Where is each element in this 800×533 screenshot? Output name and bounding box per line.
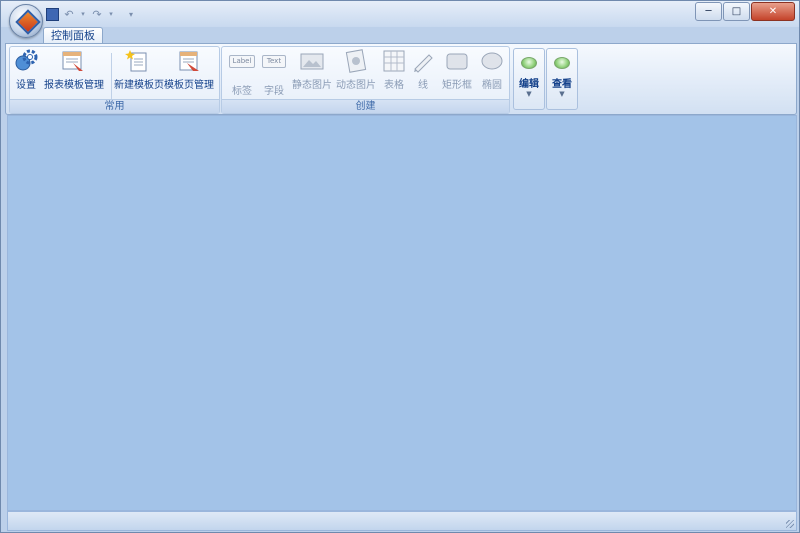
- static-image-icon: [300, 49, 324, 73]
- view-group-icon: [554, 57, 570, 69]
- chevron-down-icon: ▼: [559, 90, 565, 98]
- undo-dropdown[interactable]: ▾: [79, 7, 87, 21]
- report-template-manage-button[interactable]: 报表模板管理: [44, 49, 104, 91]
- report-template-manage-label: 报表模板管理: [44, 80, 104, 91]
- field-button[interactable]: Text 字段: [260, 49, 288, 97]
- dropdown-icon: ▾: [128, 9, 133, 19]
- ellipse-label: 椭圆: [482, 80, 502, 91]
- edit-group-icon: [521, 57, 537, 69]
- ribbon: 设置 报表模板管理 新建模板页 模板页管理 常用 Label 标签 Text 字…: [5, 43, 797, 115]
- group-create: Label 标签 Text 字段 静态图片 动态图片 表格 线 矩形框 椭圆 创…: [221, 46, 510, 114]
- label-button[interactable]: Label 标签: [228, 49, 256, 97]
- label-button-label: 标签: [232, 86, 252, 97]
- ribbon-tabstrip: 控制面板: [1, 27, 799, 45]
- line-label: 线: [418, 80, 428, 91]
- close-button[interactable]: ✕: [751, 2, 795, 21]
- field-icon: Text: [262, 55, 286, 79]
- static-image-label: 静态图片: [292, 80, 332, 91]
- new-template-page-button[interactable]: 新建模板页: [114, 49, 164, 91]
- save-button[interactable]: [45, 7, 59, 21]
- static-image-button[interactable]: 静态图片: [292, 49, 332, 91]
- minimize-button[interactable]: ─: [695, 2, 722, 21]
- edit-group-button[interactable]: 编辑 ▼: [513, 48, 545, 110]
- status-bar: [7, 511, 797, 531]
- undo-button[interactable]: ↶: [62, 7, 76, 21]
- report-template-icon: [61, 49, 85, 73]
- table-label: 表格: [384, 80, 404, 91]
- settings-gear-icon: [14, 49, 38, 73]
- edit-group-label: 编辑: [519, 79, 539, 90]
- table-button[interactable]: 表格: [380, 49, 408, 91]
- settings-button[interactable]: 设置: [12, 49, 40, 91]
- dynamic-image-button[interactable]: 动态图片: [336, 49, 376, 91]
- dynamic-image-icon: [344, 49, 368, 73]
- workspace-area[interactable]: [7, 115, 797, 511]
- app-window: ↶ ▾ ↷ ▾ ▾ ─ □ ✕ 控制面板 设置 报表模板管理 新建模板页 模板页…: [0, 0, 800, 533]
- ellipse-icon: [480, 49, 504, 73]
- line-button[interactable]: 线: [410, 49, 436, 91]
- chevron-down-icon: ▼: [526, 90, 532, 98]
- field-button-label: 字段: [264, 86, 284, 97]
- table-icon: [382, 49, 406, 73]
- save-icon: [45, 7, 59, 21]
- quick-access-toolbar: ↶ ▾ ↷ ▾ ▾: [45, 6, 138, 22]
- undo-icon: ↶: [64, 7, 74, 21]
- window-controls: ─ □ ✕: [694, 2, 795, 21]
- rectangle-button[interactable]: 矩形框: [440, 49, 474, 91]
- redo-dropdown[interactable]: ▾: [107, 7, 115, 21]
- app-logo-icon: [15, 9, 41, 35]
- rectangle-icon: [445, 49, 469, 73]
- template-page-manage-button[interactable]: 模板页管理: [164, 49, 214, 91]
- group-create-label: 创建: [222, 99, 509, 113]
- application-menu-button[interactable]: [9, 4, 43, 38]
- view-group-button[interactable]: 查看 ▼: [546, 48, 578, 110]
- dynamic-image-label: 动态图片: [336, 80, 376, 91]
- redo-button[interactable]: ↷: [90, 7, 104, 21]
- line-icon: [411, 49, 435, 73]
- group-separator: [111, 53, 112, 99]
- title-bar: ↶ ▾ ↷ ▾ ▾ ─ □ ✕: [1, 1, 799, 27]
- redo-icon: ↷: [92, 7, 102, 21]
- view-group-label: 查看: [552, 79, 572, 90]
- template-page-manage-label: 模板页管理: [164, 80, 214, 91]
- group-common: 设置 报表模板管理 新建模板页 模板页管理 常用: [9, 46, 220, 114]
- label-icon: Label: [229, 55, 255, 79]
- settings-label: 设置: [16, 80, 36, 91]
- template-page-manage-icon: [177, 49, 201, 73]
- rectangle-label: 矩形框: [442, 80, 472, 91]
- ellipse-button[interactable]: 椭圆: [478, 49, 506, 91]
- maximize-button[interactable]: □: [723, 2, 750, 21]
- new-template-page-label: 新建模板页: [114, 80, 164, 91]
- resize-grip[interactable]: [786, 520, 794, 528]
- group-common-label: 常用: [10, 99, 219, 113]
- customize-qat-button[interactable]: ▾: [124, 7, 138, 21]
- new-template-page-icon: [125, 49, 149, 73]
